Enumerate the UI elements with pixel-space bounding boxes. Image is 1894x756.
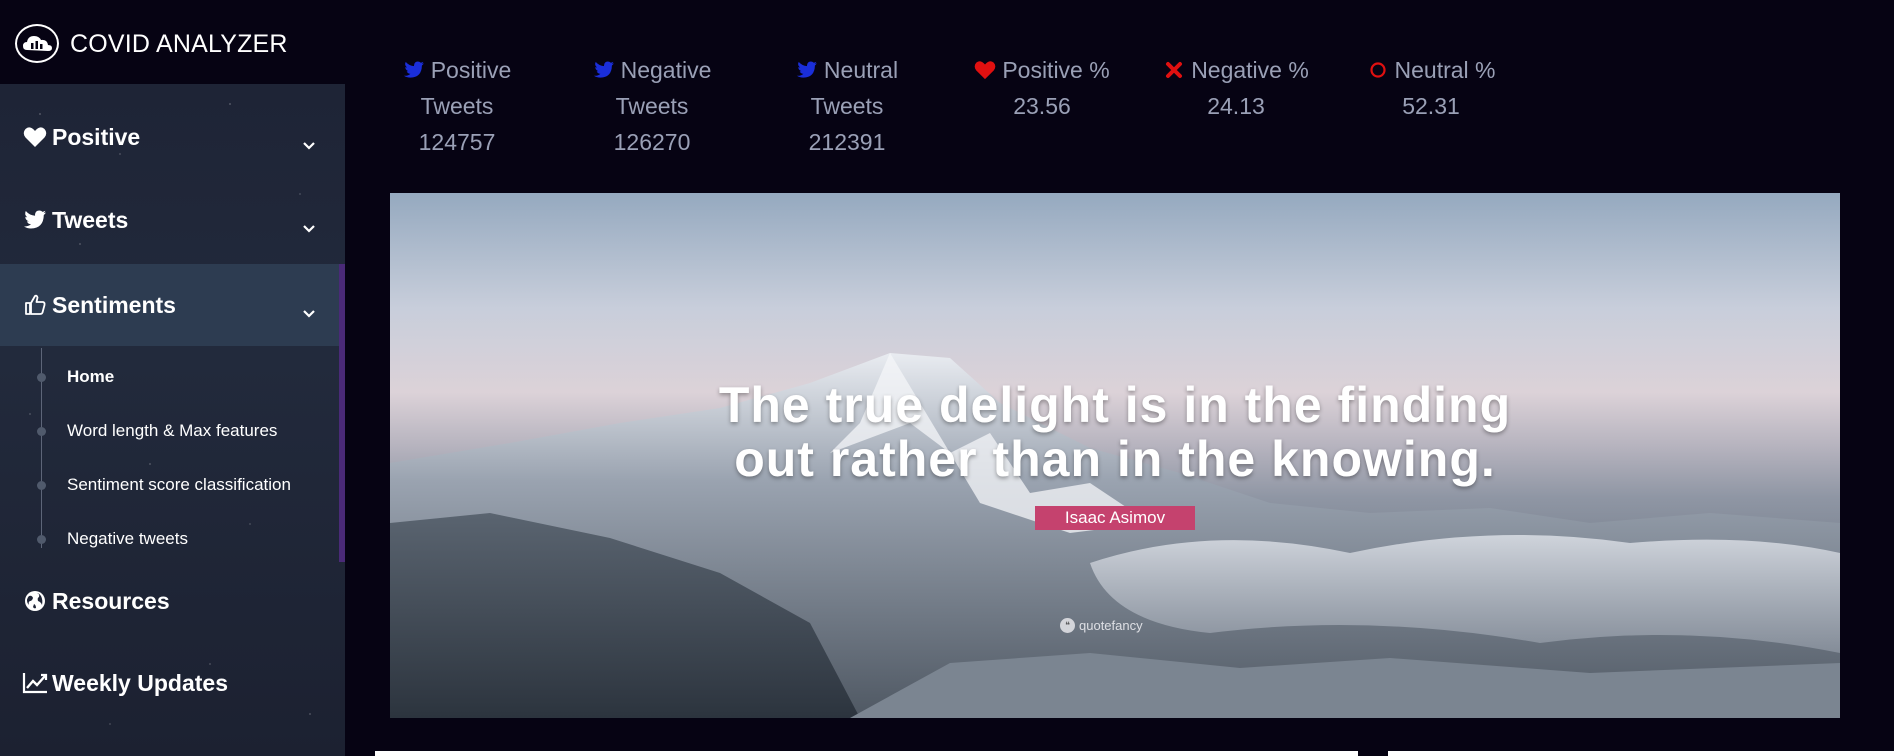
stat-value: 212391 [808,129,886,155]
submenu-item-label: Negative tweets [67,529,188,548]
bullet-icon [37,372,46,382]
sidebar-nav: Positive Tweets Sentiments Home Word len… [0,84,345,756]
quote-line-2: out rather than in the knowing. [734,431,1496,487]
submenu-item-label: Sentiment score classification [67,475,291,494]
sidebar-item-label: Sentiments [52,291,176,318]
chevron-down-icon [303,131,315,150]
bullet-icon [37,426,46,436]
stat-positive-tweets: Positive Tweets 124757 [372,52,542,160]
stat-label: Neutral [823,57,899,83]
cloud-chart-logo-icon [15,24,59,63]
card-top-edge-right [1388,751,1894,756]
brand[interactable]: COVID ANALYZER [0,0,345,84]
stat-label-2: Tweets [615,93,689,119]
thumbs-up-icon [22,292,48,318]
submenu-item-negative-tweets[interactable]: Negative tweets [0,519,339,559]
stat-label: Negative % [1191,57,1309,83]
stat-label: Positive [430,57,512,83]
stat-label-2: Tweets [420,93,494,119]
stat-value: 52.31 [1402,93,1460,119]
chevron-down-icon [303,214,315,233]
globe-icon [22,588,48,614]
stat-label: Positive % [1002,57,1110,83]
chevron-down-icon [303,299,315,318]
stat-neutral-percent: Neutral % 52.31 [1346,52,1516,124]
submenu-item-word-length[interactable]: Word length & Max features [0,411,339,451]
circle-icon [1367,59,1389,81]
twitter-icon [593,59,615,81]
stat-value: 23.56 [1013,93,1071,119]
quote-mark-icon: ❝ [1060,618,1075,633]
sidebar-item-tweets[interactable]: Tweets [0,179,345,261]
stat-value: 124757 [418,129,496,155]
line-chart-icon [22,670,48,696]
quote-text: The true delight is in the finding out r… [390,378,1840,486]
sidebar-item-resources[interactable]: Resources [0,560,345,642]
stat-label-2: Tweets [810,93,884,119]
heart-icon [974,59,996,81]
sidebar-item-sentiments[interactable]: Sentiments [0,264,345,346]
sidebar-item-label: Tweets [52,206,129,233]
stat-label: Negative [620,57,712,83]
active-section-indicator [339,264,345,562]
stat-negative-tweets: Negative Tweets 126270 [567,52,737,160]
sidebar-item-weekly-updates[interactable]: Weekly Updates [0,642,345,724]
stat-positive-percent: Positive % 23.56 [957,52,1127,124]
watermark-text: quotefancy [1079,618,1143,633]
sidebar-item-label: Resources [52,587,170,614]
bullet-icon [37,534,46,544]
stat-label: Neutral % [1394,57,1496,83]
quote-author: Isaac Asimov [1035,506,1195,530]
stat-negative-percent: Negative % 24.13 [1151,52,1321,124]
submenu-item-label: Home [67,367,115,386]
bullet-icon [37,480,46,490]
watermark: ❝ quotefancy [1060,618,1143,633]
sidebar: COVID ANALYZER Positive Tweets Sentiment… [0,0,345,756]
submenu-item-sentiment-score[interactable]: Sentiment score classification [0,465,339,505]
sentiments-submenu: Home Word length & Max features Sentimen… [0,348,339,566]
x-icon [1163,59,1185,81]
sidebar-item-label: Weekly Updates [52,669,228,696]
stat-value: 126270 [613,129,691,155]
heart-icon [22,124,48,150]
twitter-icon [22,207,48,233]
submenu-item-label: Word length & Max features [67,421,278,440]
stat-neutral-tweets: Neutral Tweets 212391 [762,52,932,160]
sidebar-item-positive[interactable]: Positive [0,96,345,178]
quote-banner-image: The true delight is in the finding out r… [390,193,1840,718]
sidebar-item-label: Positive [52,123,141,150]
twitter-icon [403,59,425,81]
stat-value: 24.13 [1207,93,1265,119]
brand-title: COVID ANALYZER [70,30,288,58]
quote-line-1: The true delight is in the finding [718,377,1512,433]
card-top-edge-left [375,751,1358,756]
submenu-item-home[interactable]: Home [0,357,339,397]
twitter-icon [796,59,818,81]
